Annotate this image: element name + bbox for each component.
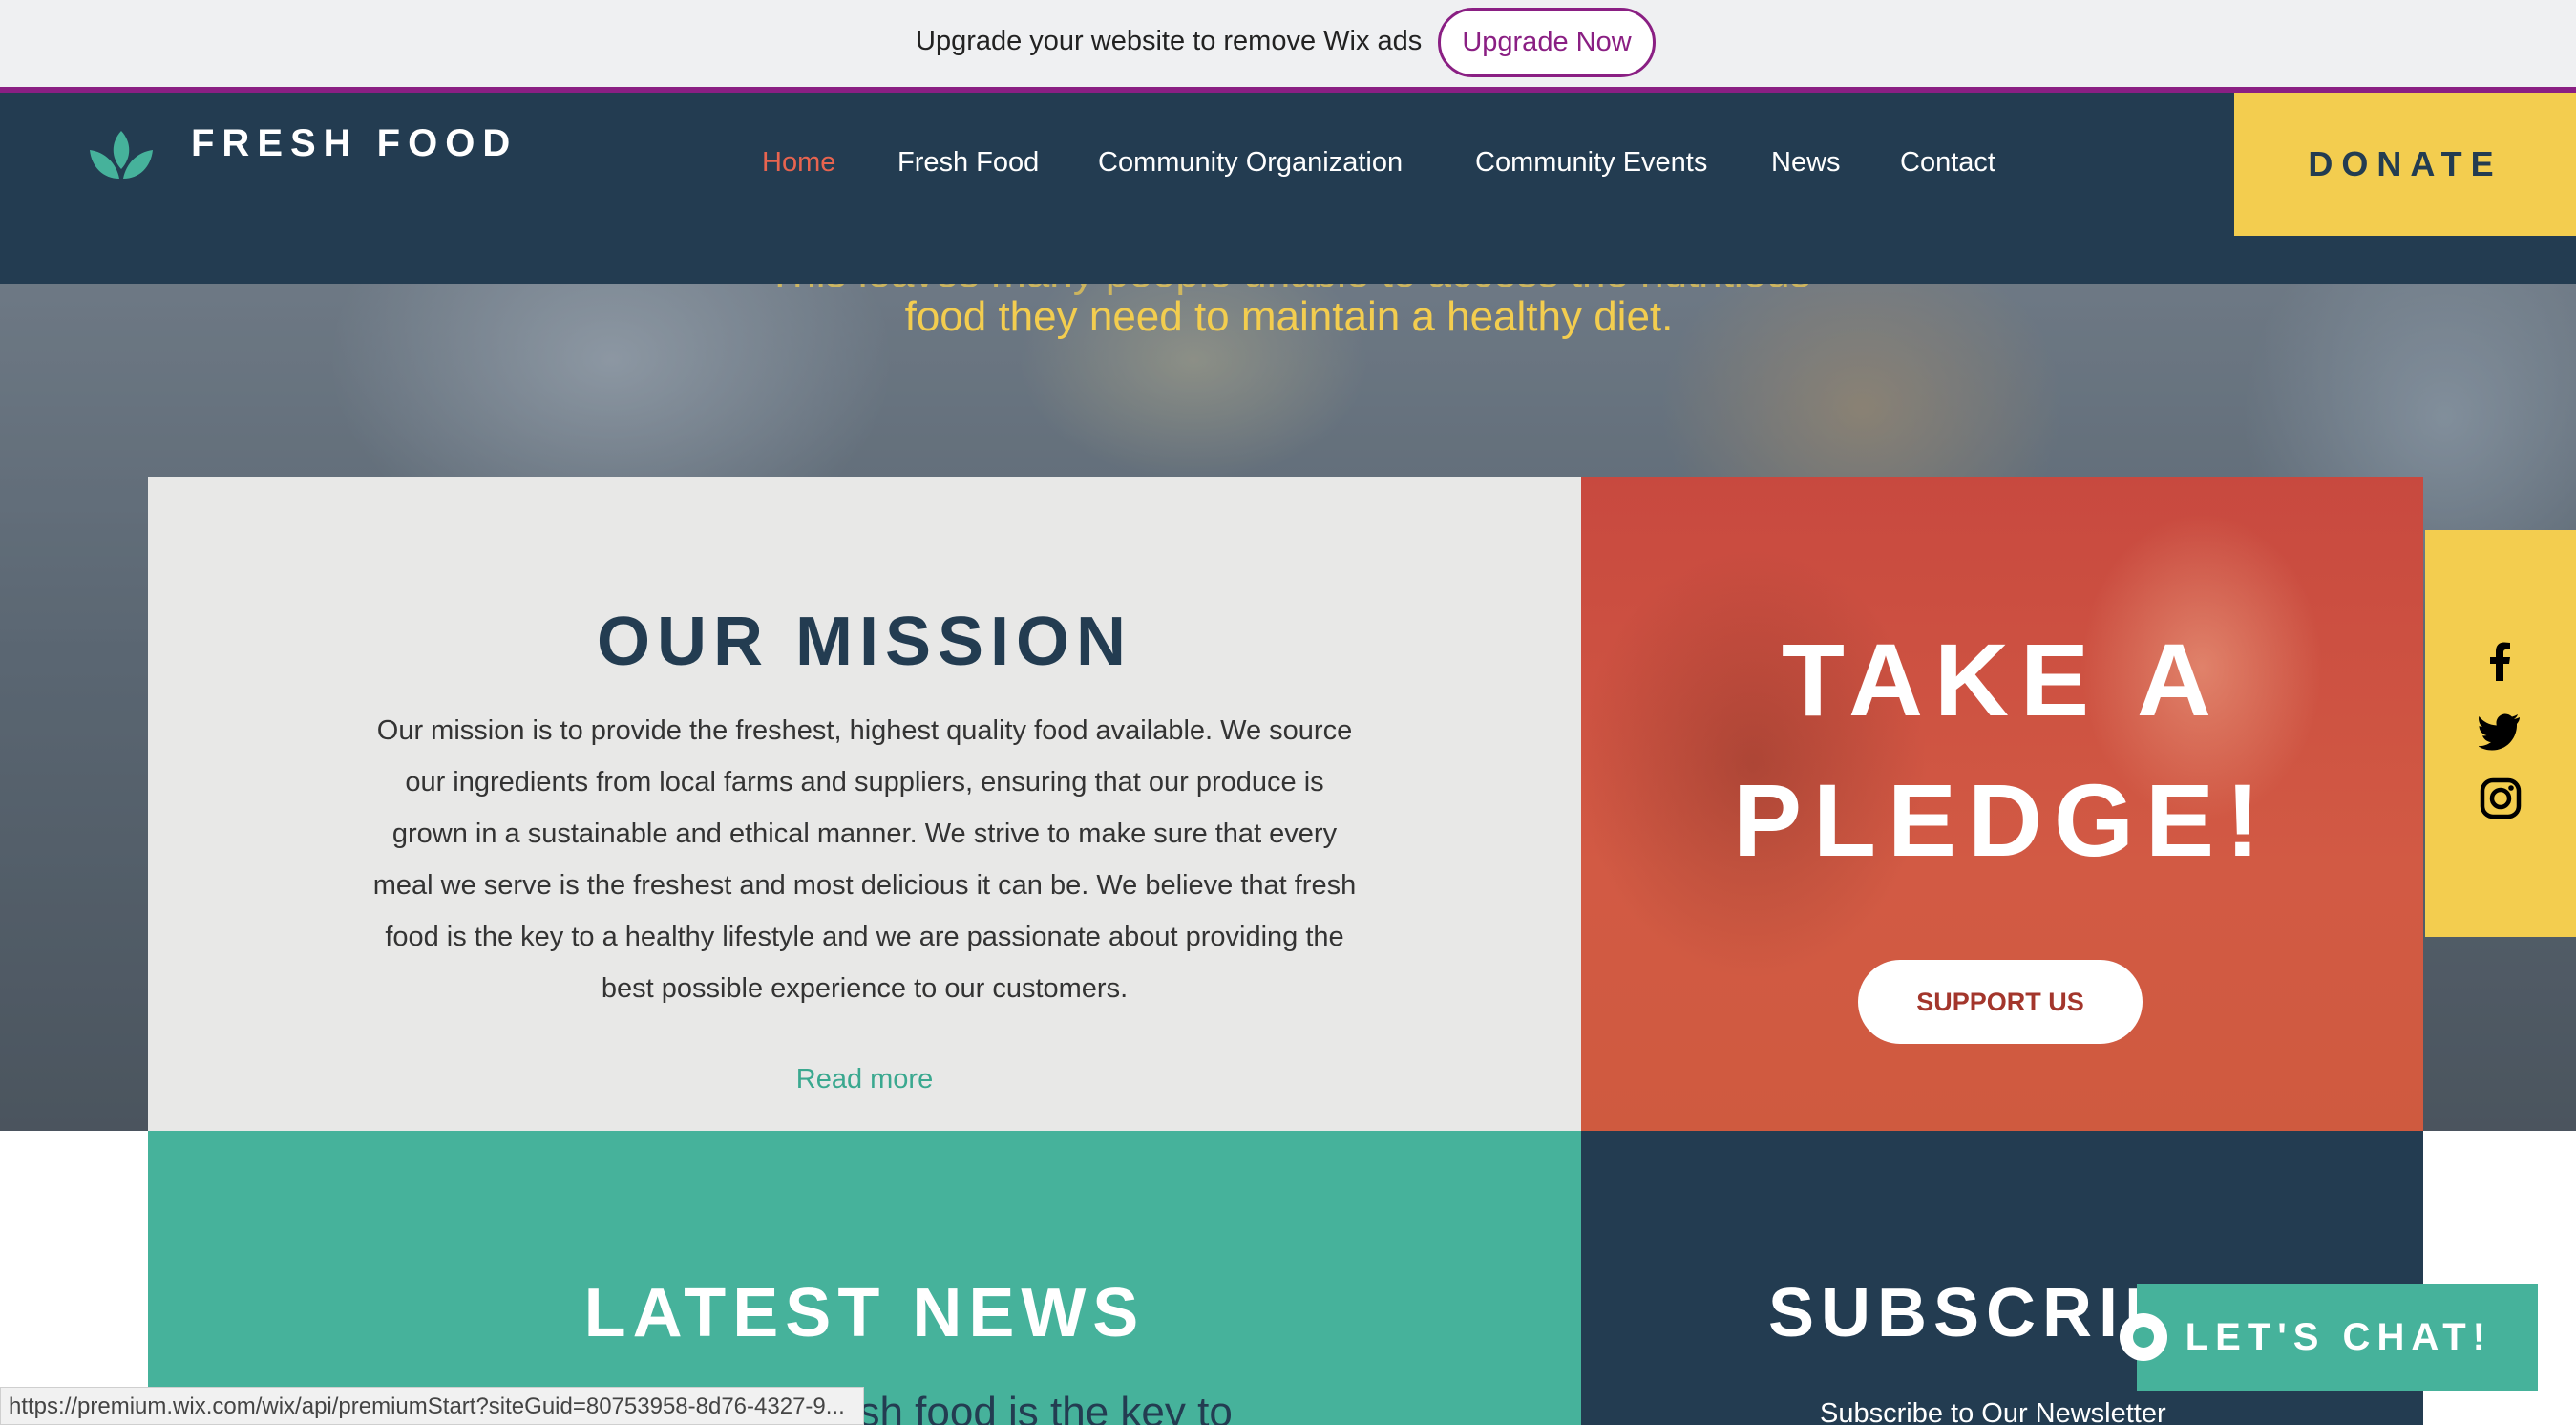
pledge-title-line1: TAKE A	[1782, 622, 2223, 737]
donate-button[interactable]: DONATE	[2234, 93, 2576, 236]
subscribe-subtitle: Subscribe to Our Newsletter	[1820, 1398, 2166, 1425]
pledge-section: TAKE A PLEDGE! SUPPORT US	[1581, 477, 2423, 1131]
chat-bubble-icon[interactable]	[2120, 1313, 2167, 1361]
mission-text-line: grown in a sustainable and ethical manne…	[391, 819, 1338, 849]
mission-text-line: food is the key to a healthy lifestyle a…	[385, 922, 1344, 952]
upgrade-now-button[interactable]: Upgrade Now	[1438, 8, 1656, 77]
pledge-title-line2: PLEDGE!	[1732, 762, 2272, 878]
hero-text: food they need to maintain a healthy die…	[904, 293, 1674, 340]
mission-text-line: our ingredients from local farms and sup…	[405, 767, 1324, 798]
status-bar-url: https://premium.wix.com/wix/api/premiumS…	[0, 1387, 864, 1425]
lets-chat-button[interactable]: LET'S CHAT!	[2137, 1284, 2538, 1391]
mission-section: OUR MISSION Our mission is to provide th…	[148, 477, 1581, 1131]
site-header	[0, 93, 2576, 284]
leaf-logo-icon[interactable]	[88, 129, 155, 191]
nav-item-contact[interactable]: Contact	[1900, 147, 1995, 179]
nav-item-community-events[interactable]: Community Events	[1475, 147, 1707, 179]
nav-item-community-organization[interactable]: Community Organization	[1098, 147, 1403, 179]
mission-title: OUR MISSION	[596, 604, 1133, 680]
latest-news-section: LATEST NEWS esh food is the key to	[148, 1131, 1581, 1425]
site-logo-text[interactable]: FRESH FOOD	[191, 122, 517, 165]
mission-text-line: best possible experience to our customer…	[601, 973, 1129, 1004]
facebook-icon[interactable]	[2479, 639, 2523, 683]
twitter-icon[interactable]	[2479, 708, 2523, 752]
nav-item-news[interactable]: News	[1771, 147, 1841, 179]
social-bar	[2425, 530, 2576, 937]
nav-item-fresh-food[interactable]: Fresh Food	[897, 147, 1039, 179]
chat-label: LET'S CHAT!	[2185, 1315, 2492, 1358]
mission-text-line: Our mission is to provide the freshest, …	[376, 715, 1353, 746]
wix-ad-bar: Upgrade your website to remove Wix ads U…	[0, 0, 2576, 87]
mission-text-line: meal we serve is the freshest and most d…	[372, 870, 1357, 901]
support-us-button[interactable]: SUPPORT US	[1858, 960, 2143, 1044]
instagram-icon[interactable]	[2479, 776, 2523, 820]
latest-news-title: LATEST NEWS	[583, 1275, 1146, 1351]
ad-bar-text: Upgrade your website to remove Wix ads	[916, 26, 1423, 56]
nav-item-home[interactable]: Home	[762, 147, 835, 179]
news-snippet[interactable]: esh food is the key to	[835, 1389, 1233, 1425]
read-more-link[interactable]: Read more	[148, 1064, 1581, 1095]
